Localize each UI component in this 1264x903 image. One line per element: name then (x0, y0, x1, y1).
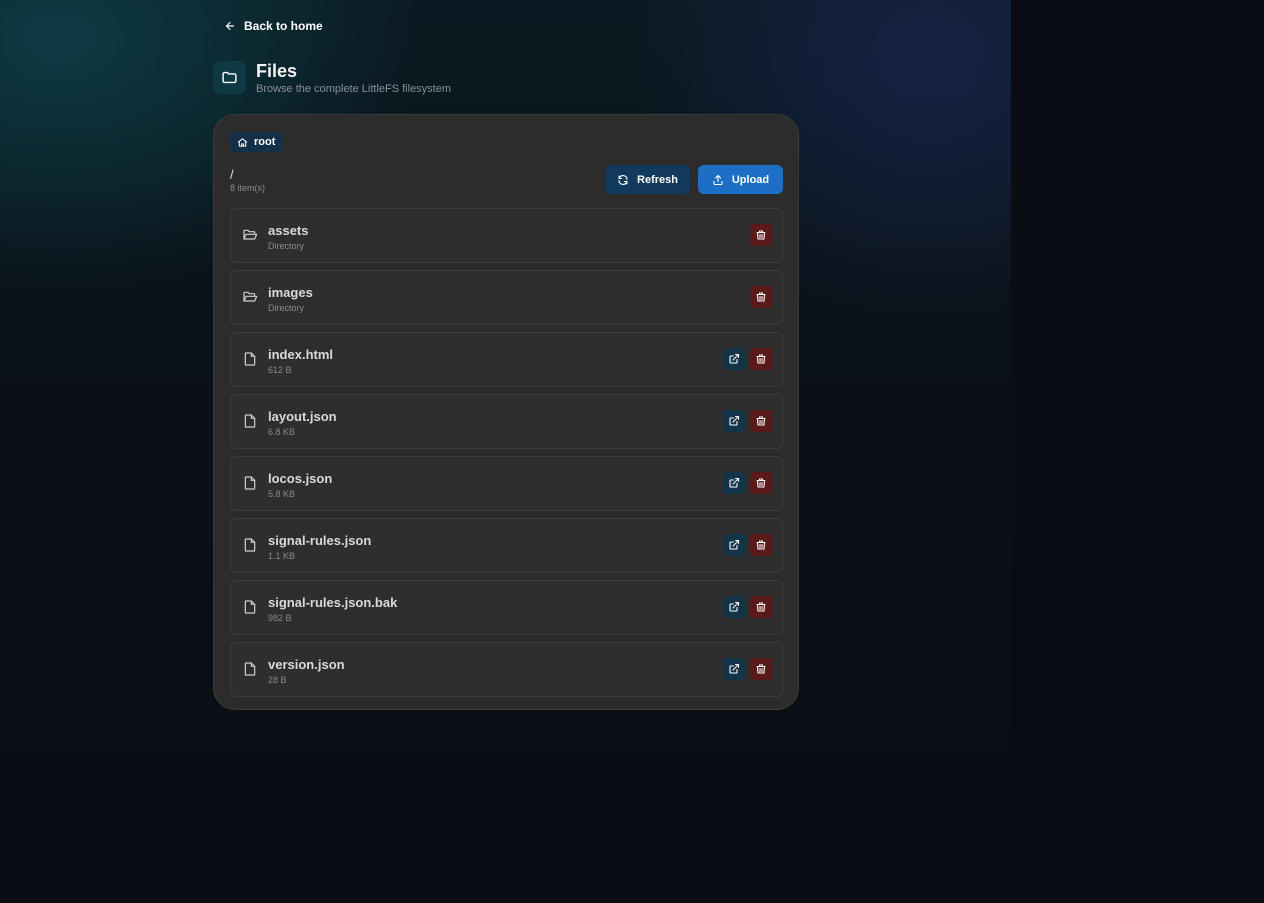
file-meta: 612 B (268, 365, 292, 375)
file-name: layout.json (268, 409, 337, 424)
back-to-home-link[interactable]: Back to home (224, 19, 323, 33)
folder-open-icon (243, 291, 258, 302)
trash-icon (756, 292, 766, 302)
file-icon (244, 414, 256, 428)
page-subtitle: Browse the complete LittleFS filesystem (256, 83, 452, 95)
upload-button[interactable]: Upload (698, 165, 783, 194)
trash-icon (756, 664, 766, 674)
delete-button[interactable] (750, 224, 772, 246)
refresh-label: Refresh (637, 173, 678, 186)
file-meta: 5.8 KB (268, 489, 296, 499)
folder-icon (222, 71, 237, 84)
trash-icon (756, 416, 766, 426)
file-name: signal-rules.json.bak (268, 595, 398, 610)
header-text: Files Browse the complete LittleFS files… (256, 61, 451, 95)
file-list: assets Directory images Directory index.… (230, 208, 783, 704)
delete-button[interactable] (750, 658, 772, 680)
file-row-index-html[interactable]: index.html 612 B (230, 332, 783, 387)
upload-icon (713, 174, 723, 185)
arrow-left-icon (225, 21, 235, 31)
file-name: images (268, 285, 313, 300)
file-name: signal-rules.json (268, 533, 372, 548)
external-link-icon (729, 477, 740, 488)
external-link-icon (729, 353, 740, 364)
external-link-icon (729, 539, 740, 550)
page-header: Files Browse the complete LittleFS files… (213, 61, 451, 95)
breadcrumb-label: root (254, 136, 276, 148)
directory-row-images[interactable]: images Directory (230, 270, 783, 325)
header-icon-badge (213, 61, 246, 94)
file-icon (244, 352, 256, 366)
open-button[interactable] (723, 410, 745, 432)
file-row-layout-json[interactable]: layout.json 6.8 KB (230, 394, 783, 449)
delete-button[interactable] (750, 348, 772, 370)
delete-button[interactable] (750, 596, 772, 618)
file-meta: 6.8 KB (268, 427, 296, 437)
file-icon (244, 538, 256, 552)
file-meta: Directory (268, 303, 305, 313)
trash-icon (756, 602, 766, 612)
page-title: Files (256, 61, 298, 81)
refresh-icon (618, 174, 628, 185)
external-link-icon (729, 415, 740, 426)
page-margin (1011, 0, 1264, 903)
file-name: version.json (268, 657, 345, 672)
folder-open-icon (243, 229, 258, 240)
file-meta: 28 B (268, 675, 287, 685)
file-row-locos-json[interactable]: locos.json 5.8 KB (230, 456, 783, 511)
breadcrumb-root[interactable]: root (230, 132, 283, 152)
open-button[interactable] (723, 596, 745, 618)
file-name: index.html (268, 347, 334, 362)
file-row-version-json[interactable]: version.json 28 B (230, 642, 783, 697)
home-icon (237, 137, 248, 147)
file-icon (244, 662, 256, 676)
delete-button[interactable] (750, 472, 772, 494)
file-row-signal-rules-json-bak[interactable]: signal-rules.json.bak 982 B (230, 580, 783, 635)
file-meta: 982 B (268, 613, 292, 623)
directory-row-assets[interactable]: assets Directory (230, 208, 783, 263)
trash-icon (756, 354, 766, 364)
upload-label: Upload (731, 173, 770, 186)
file-row-signal-rules-json[interactable]: signal-rules.json 1.1 KB (230, 518, 783, 573)
delete-button[interactable] (750, 534, 772, 556)
file-meta: 1.1 KB (268, 551, 296, 561)
trash-icon (756, 478, 766, 488)
file-meta: Directory (268, 241, 305, 251)
path-info: / 8 item(s) (230, 168, 265, 193)
file-name: locos.json (268, 471, 333, 486)
back-to-home-label: Back to home (244, 19, 323, 33)
refresh-button[interactable]: Refresh (605, 165, 690, 194)
file-icon (244, 476, 256, 490)
file-browser-card: root / 8 item(s) Refresh Upload assets D… (213, 114, 799, 710)
external-link-icon (729, 601, 740, 612)
open-button[interactable] (723, 534, 745, 556)
item-count: 8 item(s) (230, 183, 266, 193)
open-button[interactable] (723, 472, 745, 494)
delete-button[interactable] (750, 410, 772, 432)
file-icon (244, 600, 256, 614)
file-name: assets (268, 223, 309, 238)
current-path: / (230, 167, 234, 182)
open-button[interactable] (723, 348, 745, 370)
trash-icon (756, 540, 766, 550)
trash-icon (756, 230, 766, 240)
external-link-icon (729, 663, 740, 674)
delete-button[interactable] (750, 286, 772, 308)
open-button[interactable] (723, 658, 745, 680)
